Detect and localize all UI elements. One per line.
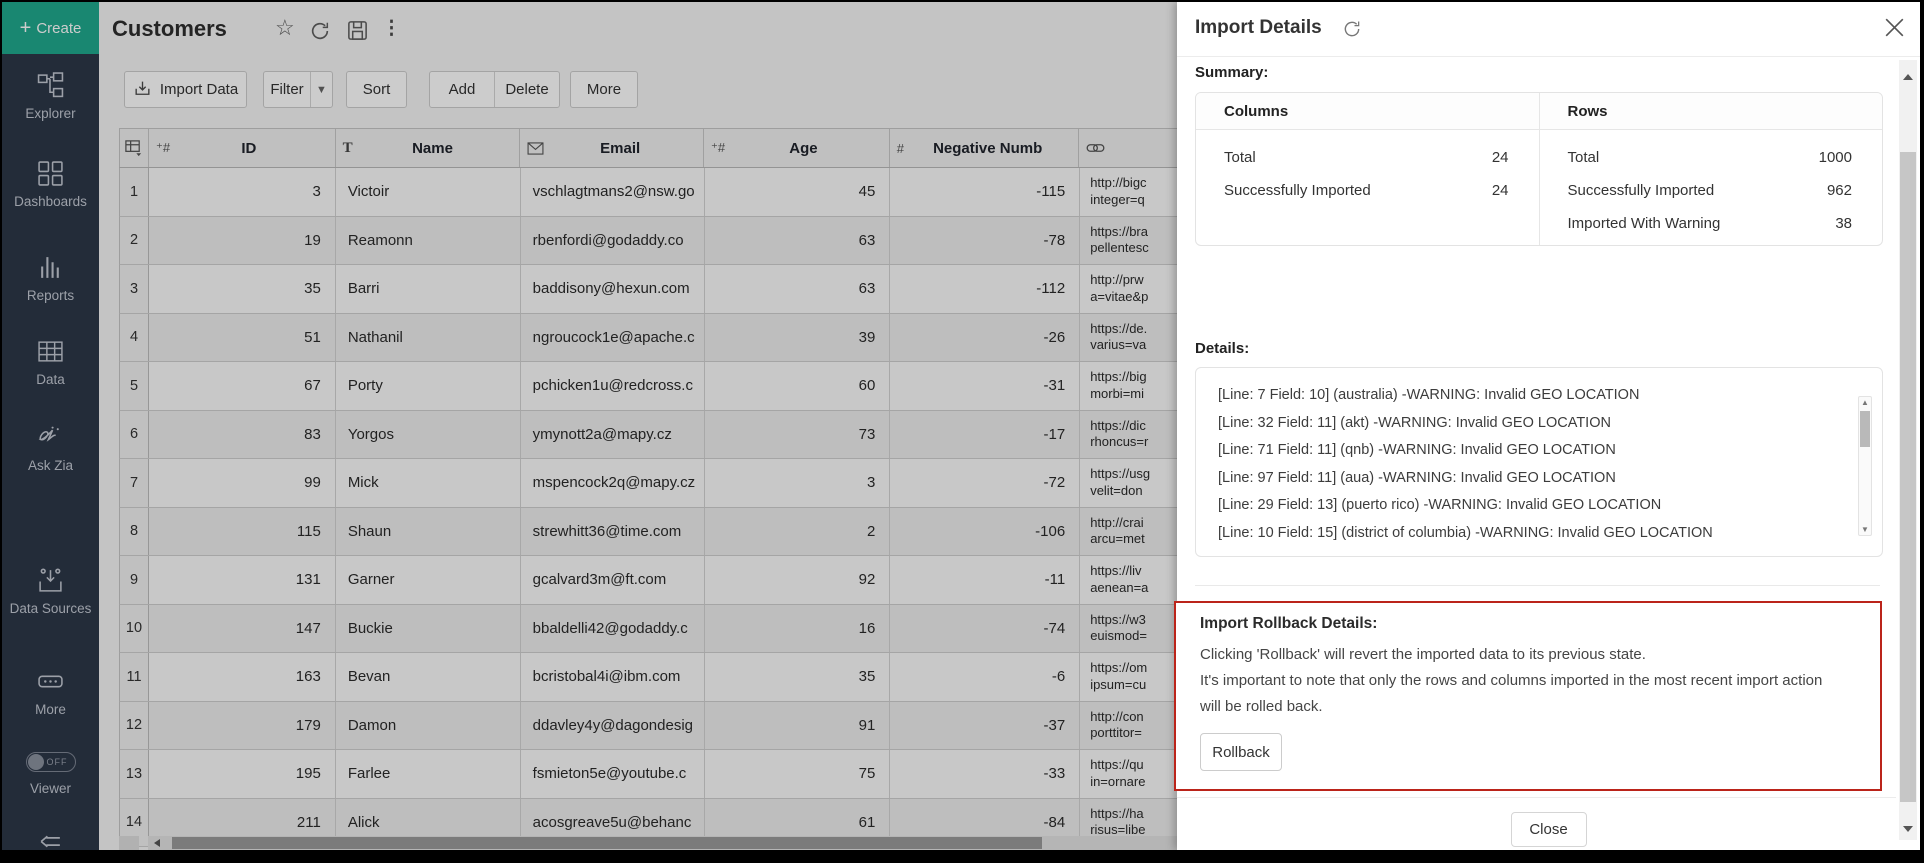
- panel-title: Import Details: [1195, 17, 1322, 39]
- section-divider: [1195, 585, 1880, 586]
- summary-table: Columns Total 24 Successfully Imported 24 R…: [1195, 92, 1883, 246]
- scroll-up-arrow-icon[interactable]: ▲: [1861, 398, 1869, 407]
- details-scrollbar[interactable]: ▲ ▼: [1858, 396, 1872, 536]
- stage: + Create ExplorerDashboardsReportsDataAs…: [2, 2, 1920, 850]
- summary-row: Imported With Warning 38: [1540, 207, 1883, 240]
- close-icon[interactable]: [1885, 18, 1904, 42]
- summary-row: Successfully Imported 962: [1540, 174, 1883, 207]
- summary-rows-header: Rows: [1540, 93, 1883, 130]
- panel-scrollbar[interactable]: [1899, 60, 1917, 840]
- summary-row: Total 24: [1196, 141, 1539, 174]
- summary-row: Successfully Imported 24: [1196, 174, 1539, 207]
- warning-line: [Line: 71 Field: 11] (qnb) -WARNING: Inv…: [1218, 437, 1830, 465]
- scroll-down-arrow-icon[interactable]: ▼: [1861, 525, 1869, 534]
- import-rollback-section: Import Rollback Details: Clicking 'Rollb…: [1174, 601, 1882, 791]
- footer-divider: [1177, 797, 1896, 798]
- summary-metric-label: Imported With Warning: [1568, 207, 1721, 240]
- panel-scrollbar-thumb[interactable]: [1900, 152, 1916, 802]
- close-button[interactable]: Close: [1511, 812, 1587, 847]
- summary-metric-label: Successfully Imported: [1224, 174, 1371, 207]
- scroll-down-arrow-icon[interactable]: [1903, 826, 1913, 832]
- details-section-label: Details:: [1195, 340, 1249, 357]
- summary-rows-section: Rows Total1000Successfully Imported962Im…: [1539, 93, 1883, 245]
- details-scrollbar-thumb[interactable]: [1860, 411, 1870, 447]
- scroll-up-arrow-icon[interactable]: [1903, 74, 1913, 80]
- panel-header: Import Details: [1177, 2, 1920, 57]
- summary-metric-label: Successfully Imported: [1568, 174, 1715, 207]
- summary-metric-value: 24: [1492, 141, 1509, 174]
- summary-row: Total 1000: [1540, 141, 1883, 174]
- summary-metric-value: 24: [1492, 174, 1509, 207]
- details-warning-list: [Line: 7 Field: 10] (australia) -WARNING…: [1195, 367, 1883, 557]
- warning-line: [Line: 97 Field: 11] (aua) -WARNING: Inv…: [1218, 465, 1830, 493]
- warning-line: [Line: 7 Field: 10] (australia) -WARNING…: [1218, 382, 1830, 410]
- app-screen: + Create ExplorerDashboardsReportsDataAs…: [0, 0, 1924, 863]
- summary-columns-header: Columns: [1196, 93, 1539, 130]
- rollback-line2: It's important to note that only the row…: [1200, 672, 1822, 715]
- summary-metric-value: 1000: [1819, 141, 1852, 174]
- panel-refresh-icon[interactable]: [1342, 19, 1362, 44]
- rollback-description: Clicking 'Rollback' will revert the impo…: [1200, 642, 1830, 720]
- rollback-line1: Clicking 'Rollback' will revert the impo…: [1200, 646, 1646, 663]
- warning-line: [Line: 29 Field: 13] (puerto rico) -WARN…: [1218, 492, 1830, 520]
- summary-metric-label: Total: [1224, 141, 1256, 174]
- summary-section-label: Summary:: [1195, 64, 1268, 81]
- warning-line: [Line: 32 Field: 11] (akt) -WARNING: Inv…: [1218, 410, 1830, 438]
- rollback-heading: Import Rollback Details:: [1200, 615, 1858, 633]
- warning-line: [Line: 10 Field: 15] (district of columb…: [1218, 520, 1830, 548]
- summary-columns-section: Columns Total 24 Successfully Imported 24: [1196, 93, 1539, 245]
- import-details-panel: Import Details Summary: Columns Total24S…: [1177, 2, 1920, 850]
- summary-metric-label: Total: [1568, 141, 1600, 174]
- rollback-button[interactable]: Rollback: [1200, 733, 1282, 771]
- summary-metric-value: 38: [1835, 207, 1852, 240]
- modal-dim-overlay: [2, 2, 1177, 850]
- summary-metric-value: 962: [1827, 174, 1852, 207]
